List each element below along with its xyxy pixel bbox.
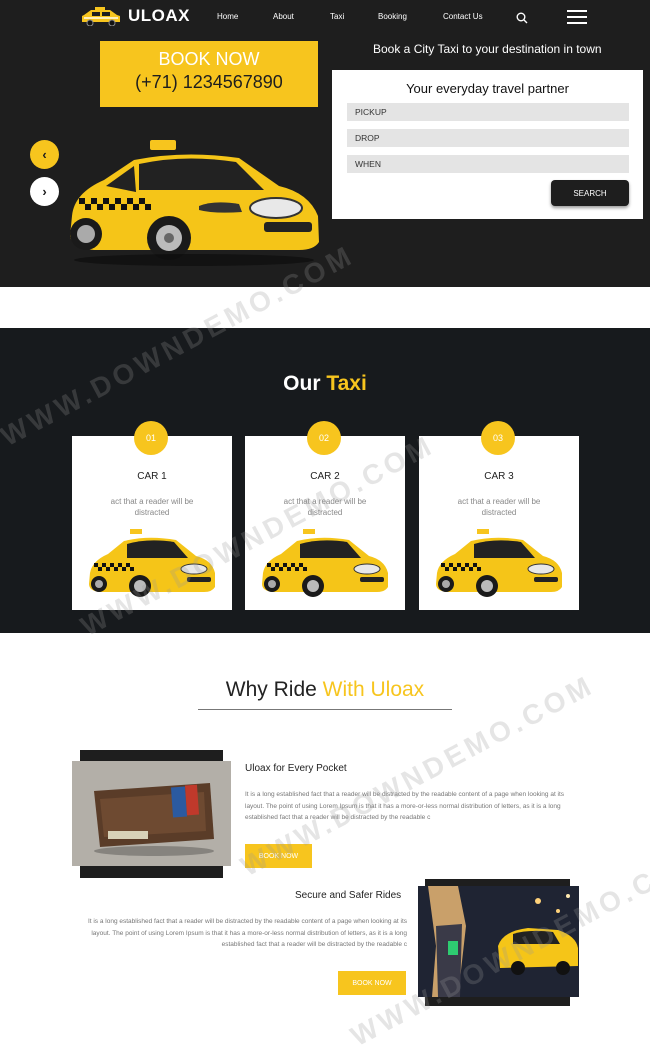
- feature-text: It is a long established fact that a rea…: [87, 918, 407, 948]
- rider-photo: [418, 886, 579, 997]
- taxi-car-image: [89, 529, 215, 597]
- card-title: CAR 3: [484, 471, 514, 482]
- hero-tagline: Book a City Taxi to your destination in …: [373, 42, 602, 56]
- card-text: act that a reader will be distracted: [457, 497, 541, 517]
- taxi-card[interactable]: 03 CAR 3 act that a reader will be distr…: [419, 421, 579, 610]
- booking-form: Your everyday travel partner SEARCH: [332, 70, 643, 219]
- title-part2: With Uloax: [322, 678, 425, 701]
- pickup-field[interactable]: [347, 103, 629, 121]
- chevron-right-icon: ›: [42, 184, 47, 199]
- card-number-badge: 02: [307, 421, 341, 455]
- taxi-card[interactable]: 02 CAR 2 act that a reader will be distr…: [245, 421, 405, 610]
- search-icon[interactable]: [516, 12, 528, 24]
- hero-taxi-image: [70, 140, 319, 266]
- when-field[interactable]: [347, 155, 629, 173]
- card-text: act that a reader will be distracted: [110, 497, 194, 517]
- hamburger-menu-icon[interactable]: [567, 10, 587, 26]
- logo-text: ULOAX: [128, 6, 190, 25]
- drop-field[interactable]: [347, 129, 629, 147]
- card-number-badge: 01: [134, 421, 168, 455]
- card-text: act that a reader will be distracted: [283, 497, 367, 517]
- nav-home[interactable]: Home: [217, 12, 238, 21]
- feature-title: Uloax for Every Pocket: [245, 763, 347, 774]
- taxi-car-image: [262, 529, 388, 597]
- taxi-car-image: [436, 529, 562, 597]
- book-now-banner[interactable]: BOOK NOW (+71) 1234567890: [100, 41, 318, 107]
- title-part2: Taxi: [326, 372, 367, 395]
- taxi-logo-icon: [82, 7, 120, 26]
- section-title: Our Taxi: [0, 372, 650, 396]
- chevron-left-icon: ‹: [42, 147, 47, 162]
- hero-section: ULOAX Home About Taxi Booking Contact Us…: [0, 0, 650, 287]
- top-nav: ULOAX Home About Taxi Booking Contact Us: [0, 0, 650, 36]
- our-taxi-section: Our Taxi 01 CAR 1 act that a reader will…: [0, 328, 650, 633]
- taxi-card[interactable]: 01 CAR 1 act that a reader will be distr…: [72, 421, 232, 610]
- slider-next-button[interactable]: ›: [30, 177, 59, 206]
- search-button[interactable]: SEARCH: [551, 180, 629, 206]
- wallet-image: [72, 761, 231, 866]
- form-title: Your everyday travel partner: [406, 81, 569, 96]
- wallet-photo: [72, 761, 231, 866]
- nav-booking[interactable]: Booking: [378, 12, 407, 21]
- logo[interactable]: ULOAX: [80, 6, 190, 26]
- card-title: CAR 2: [310, 471, 340, 482]
- title-underline: [198, 709, 452, 710]
- phone-number: (+71) 1234567890: [135, 72, 283, 92]
- book-now-label: BOOK NOW: [158, 49, 260, 69]
- rider-taxi-image: [418, 886, 579, 997]
- card-number-badge: 03: [481, 421, 515, 455]
- book-now-button[interactable]: BOOK NOW: [338, 971, 406, 995]
- why-ride-title: Why Ride With Uloax: [0, 678, 650, 702]
- card-title: CAR 1: [137, 471, 167, 482]
- page: ULOAX Home About Taxi Booking Contact Us…: [0, 0, 650, 1046]
- title-part1: Why Ride: [225, 678, 323, 701]
- nav-taxi[interactable]: Taxi: [330, 12, 344, 21]
- slider-prev-button[interactable]: ‹: [30, 140, 59, 169]
- feature-text: It is a long established fact that a rea…: [245, 791, 565, 821]
- title-part1: Our: [283, 372, 327, 395]
- book-now-button[interactable]: BOOK NOW: [245, 844, 312, 868]
- feature-title: Secure and Safer Rides: [295, 890, 402, 901]
- nav-about[interactable]: About: [273, 12, 294, 21]
- nav-contact[interactable]: Contact Us: [443, 12, 483, 21]
